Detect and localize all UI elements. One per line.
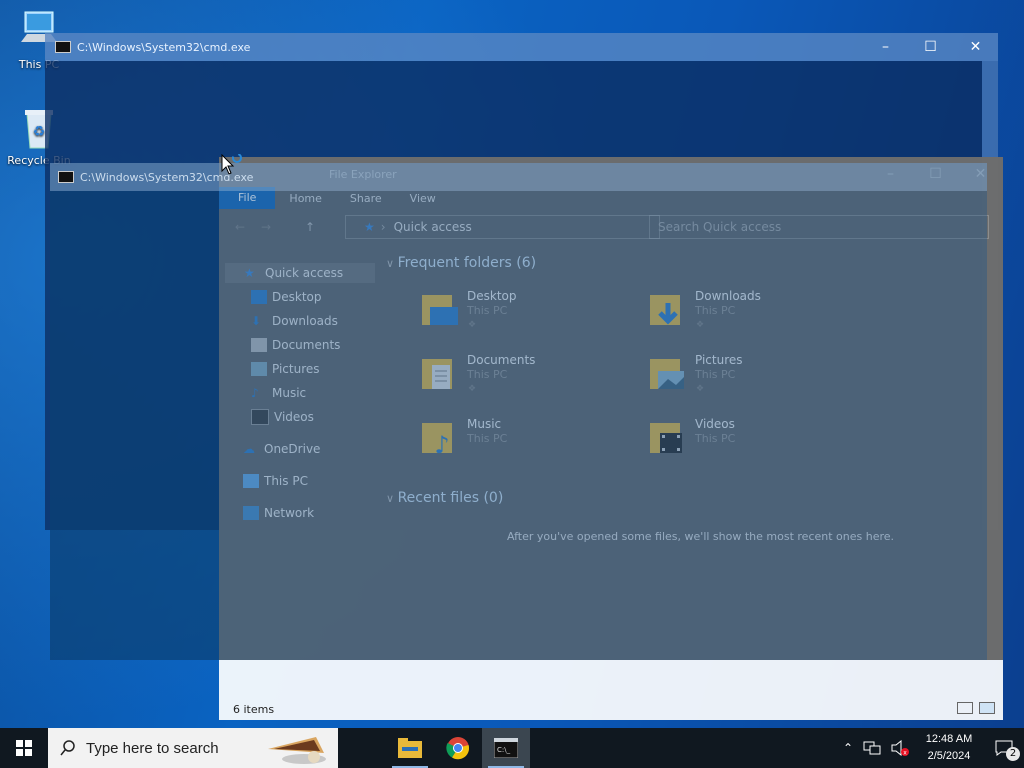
search-highlight-pie-icon [268, 737, 326, 764]
chevron-up-icon[interactable]: ⌃ [843, 741, 853, 755]
search-icon [60, 740, 75, 756]
svg-text:♻: ♻ [33, 124, 46, 140]
search-placeholder: Type here to search [86, 739, 219, 757]
cmd-title: C:\Windows\System32\cmd.exe [77, 40, 251, 54]
clock-date: 2/5/2024 [927, 750, 971, 762]
file-explorer-icon [398, 738, 422, 758]
clock-time: 12:48 AM [925, 733, 973, 745]
action-center-button[interactable]: 2 [984, 728, 1024, 768]
start-button[interactable] [0, 728, 48, 768]
cmd-icon [58, 171, 74, 183]
large-icons-view-icon[interactable] [979, 702, 995, 714]
maximize-button[interactable]: ☐ [908, 39, 953, 55]
busy-cursor-icon [221, 154, 242, 175]
system-tray: ⌃ x 12:48 AM 2/5/2024 2 [838, 728, 1024, 768]
windows-logo-icon [16, 740, 32, 756]
cmd-titlebar[interactable]: C:\Windows\System32\cmd.exe [50, 163, 987, 191]
taskbar-chrome[interactable] [434, 728, 482, 768]
view-toggle [957, 702, 995, 714]
svg-text:x: x [903, 750, 907, 757]
cmd-icon [55, 41, 71, 53]
minimize-button[interactable]: – [863, 39, 908, 55]
cmd-titlebar[interactable]: C:\Windows\System32\cmd.exe – ☐ ✕ [45, 33, 998, 61]
svg-text:C:\_: C:\_ [497, 746, 511, 754]
taskbar-file-explorer[interactable] [386, 728, 434, 768]
taskbar-search[interactable]: Type here to search [48, 728, 338, 768]
clock[interactable]: 12:48 AM 2/5/2024 [914, 731, 984, 765]
taskbar: Type here to search C:\_ ⌃ x 12:48 AM 2/… [0, 728, 1024, 768]
cmd-window-front[interactable]: C:\Windows\System32\cmd.exe [50, 163, 987, 660]
cmd-icon: C:\_ [494, 738, 518, 758]
taskbar-cmd[interactable]: C:\_ [482, 728, 530, 768]
cmd-console[interactable] [50, 191, 219, 660]
network-icon[interactable] [863, 741, 881, 755]
details-view-icon[interactable] [957, 702, 973, 714]
close-button[interactable]: ✕ [953, 39, 998, 55]
volume-muted-icon[interactable]: x [891, 740, 909, 756]
chrome-icon [446, 737, 470, 760]
notification-count-badge: 2 [1006, 747, 1020, 761]
status-bar-count: 6 items [233, 703, 275, 716]
